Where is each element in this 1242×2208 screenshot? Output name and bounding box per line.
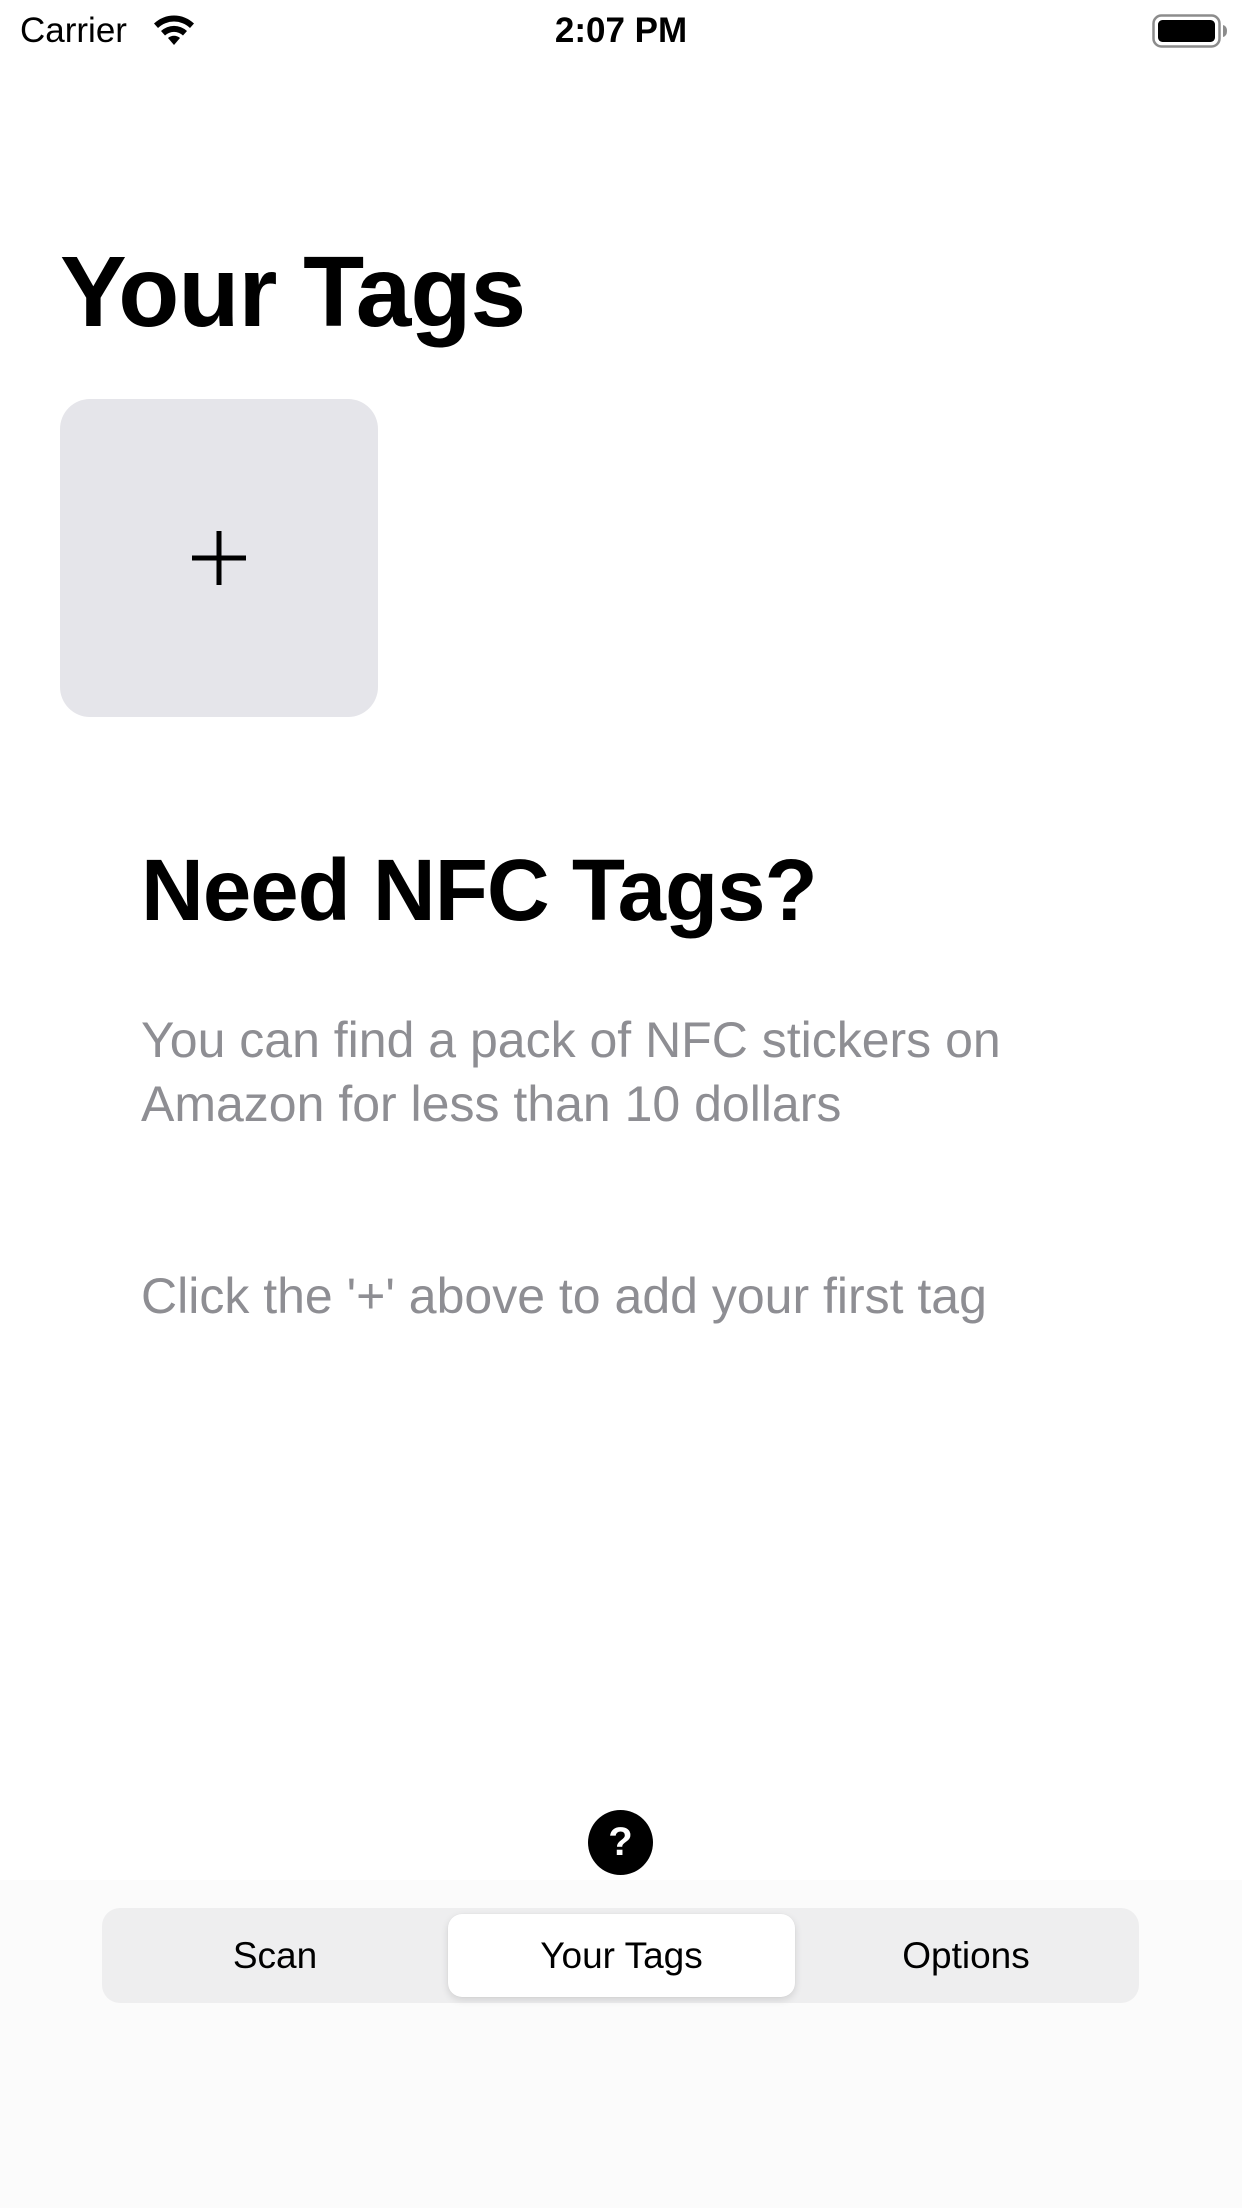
- help-button[interactable]: ?: [588, 1810, 653, 1875]
- promo-heading: Need NFC Tags?: [141, 842, 818, 939]
- tab-options[interactable]: Options: [799, 1914, 1133, 1997]
- tab-your-tags[interactable]: Your Tags: [448, 1914, 795, 1997]
- promo-body: You can find a pack of NFC stickers on A…: [141, 1008, 1141, 1136]
- promo-body-line: Amazon for less than 10 dollars: [141, 1076, 842, 1132]
- page-title: Your Tags: [60, 236, 526, 348]
- status-time: 2:07 PM: [554, 11, 688, 50]
- plus-icon: [192, 531, 246, 585]
- add-tag-button[interactable]: [60, 399, 378, 717]
- promo-body-line: You can find a pack of NFC stickers on: [141, 1012, 1001, 1068]
- tab-scan[interactable]: Scan: [108, 1914, 442, 1997]
- question-mark-icon: ?: [608, 1820, 633, 1864]
- add-first-tag-hint: Click the '+' above to add your first ta…: [141, 1268, 987, 1324]
- tab-segmented-control: Scan Your Tags Options: [102, 1908, 1139, 2003]
- battery-icon: [1152, 14, 1228, 48]
